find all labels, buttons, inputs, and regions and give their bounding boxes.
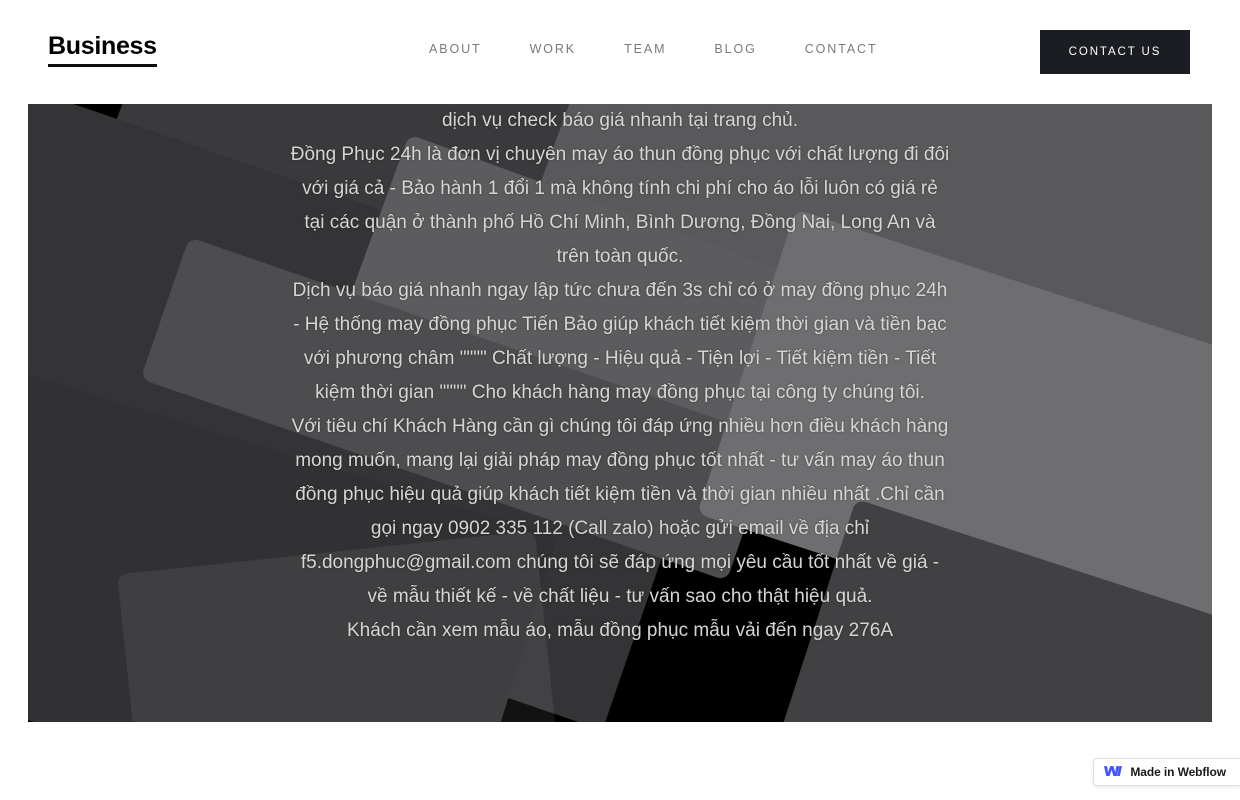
hero-content: dịch vụ check báo giá nhanh tại trang ch… [28, 104, 1212, 722]
made-in-webflow-badge[interactable]: Made in Webflow [1093, 758, 1240, 786]
hero-section: dịch vụ check báo giá nhanh tại trang ch… [28, 104, 1212, 722]
webflow-logo-icon [1104, 765, 1123, 776]
nav-item-work: Work [506, 42, 601, 56]
nav-item-team: Team [600, 42, 690, 56]
brand-logo[interactable]: Business [48, 34, 157, 67]
hero-paragraph-3: Dịch vụ báo giá nhanh ngay lập tức chưa … [292, 280, 948, 403]
hero-description: dịch vụ check báo giá nhanh tại trang ch… [290, 104, 950, 648]
webflow-badge-label: Made in Webflow [1130, 765, 1226, 779]
hero-paragraph-1: dịch vụ check báo giá nhanh tại trang ch… [442, 110, 798, 131]
navbar: Business About Work Team Blog Contact Co… [0, 0, 1240, 104]
hero-paragraph-4: Với tiêu chí Khách Hàng cần gì chúng tôi… [291, 416, 949, 607]
contact-us-button[interactable]: Contact us [1040, 30, 1190, 74]
nav-links: About Work Team Blog Contact [405, 42, 902, 56]
nav-link-blog[interactable]: Blog [690, 42, 780, 56]
nav-link-work[interactable]: Work [506, 42, 601, 56]
nav-link-about[interactable]: About [405, 42, 506, 56]
nav-link-contact[interactable]: Contact [781, 42, 902, 56]
nav-link-team[interactable]: Team [600, 42, 690, 56]
hero-paragraph-2: Đồng Phục 24h là đơn vị chuyên may áo th… [290, 144, 950, 267]
hero-paragraph-5: Khách cần xem mẫu áo, mẫu đồng phục mẫu … [346, 620, 894, 641]
nav-item-about: About [405, 42, 506, 56]
page-root: Business About Work Team Blog Contact Co… [0, 0, 1240, 800]
nav-item-blog: Blog [690, 42, 780, 56]
nav-item-contact: Contact [781, 42, 902, 56]
